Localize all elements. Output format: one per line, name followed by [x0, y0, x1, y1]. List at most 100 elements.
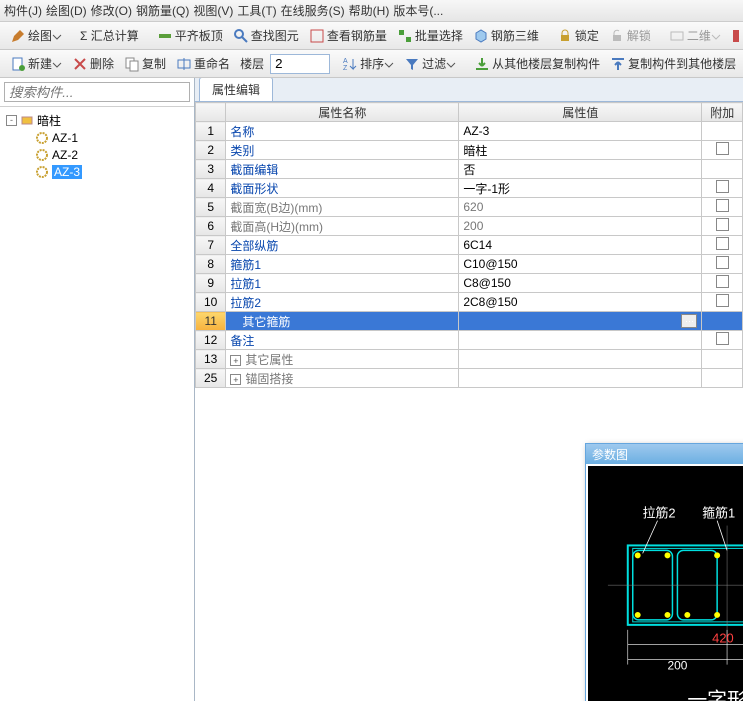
- search-input[interactable]: [4, 82, 190, 102]
- prop-value: 否: [463, 163, 475, 177]
- view-2d-button[interactable]: 二维: [665, 25, 725, 46]
- more-button[interactable]: ⋯: [681, 314, 697, 328]
- draw-button[interactable]: 绘图: [6, 25, 66, 46]
- copy-icon: [124, 56, 140, 72]
- sort-button[interactable]: AZ 排序: [338, 53, 398, 74]
- rename-button[interactable]: 重命名: [172, 53, 234, 74]
- table-row[interactable]: 10拉筋22C8@150: [196, 293, 743, 312]
- extra-cell[interactable]: [702, 217, 743, 236]
- extra-cell[interactable]: [702, 369, 743, 388]
- extra-cell[interactable]: [702, 312, 743, 331]
- checkbox[interactable]: [716, 294, 729, 307]
- extra-cell[interactable]: [702, 236, 743, 255]
- extra-cell[interactable]: [702, 122, 743, 141]
- chevron-down-icon: [446, 59, 456, 69]
- extra-cell[interactable]: [702, 160, 743, 179]
- extra-cell[interactable]: [702, 141, 743, 160]
- prop-value-cell[interactable]: 一字-1形: [459, 179, 702, 198]
- checkbox[interactable]: [716, 332, 729, 345]
- menu-item[interactable]: 工具(T): [237, 2, 276, 19]
- menu-item[interactable]: 版本号(...: [393, 2, 443, 19]
- menu-item[interactable]: 视图(V): [193, 2, 233, 19]
- table-row[interactable]: 7全部纵筋6C14: [196, 236, 743, 255]
- prop-value: 一字-1形: [463, 182, 510, 196]
- filter-button[interactable]: 过滤: [400, 53, 460, 74]
- checkbox[interactable]: [716, 142, 729, 155]
- flat-button[interactable]: 平齐板顶: [153, 25, 227, 46]
- table-row[interactable]: 12备注: [196, 331, 743, 350]
- prop-value: 2C8@150: [463, 295, 517, 309]
- menu-item[interactable]: 钢筋量(Q): [136, 2, 189, 19]
- tree-item-selected[interactable]: AZ-3: [6, 163, 188, 180]
- find-elem-button[interactable]: 查找图元: [229, 25, 303, 46]
- prop-value-cell[interactable]: AZ-3: [459, 122, 702, 141]
- checkbox[interactable]: [716, 256, 729, 269]
- prop-value-cell[interactable]: 2C8@150: [459, 293, 702, 312]
- table-row[interactable]: 11其它箍筋⋯: [196, 312, 743, 331]
- extra-cell[interactable]: [702, 274, 743, 293]
- diagram-window[interactable]: 参数图: [585, 443, 743, 701]
- diagram-title[interactable]: 参数图: [586, 444, 743, 464]
- prop-value-cell[interactable]: 否: [459, 160, 702, 179]
- collapse-icon[interactable]: -: [6, 115, 17, 126]
- table-row[interactable]: 1名称AZ-3: [196, 122, 743, 141]
- table-row[interactable]: 9拉筋1C8@150: [196, 274, 743, 293]
- component-icon: [36, 166, 48, 178]
- prop-value-cell[interactable]: 暗柱: [459, 141, 702, 160]
- side-view-button[interactable]: 侧视: [727, 25, 743, 46]
- checkbox[interactable]: [716, 199, 729, 212]
- expand-icon[interactable]: +: [230, 355, 241, 366]
- table-row[interactable]: 25+锚固搭接: [196, 369, 743, 388]
- batch-select-button[interactable]: 批量选择: [393, 25, 467, 46]
- checkbox[interactable]: [716, 237, 729, 250]
- prop-value-cell[interactable]: 6C14: [459, 236, 702, 255]
- table-row[interactable]: 2类别暗柱: [196, 141, 743, 160]
- prop-value-cell[interactable]: C8@150: [459, 274, 702, 293]
- unlock-button[interactable]: 解锁: [605, 25, 655, 46]
- new-button[interactable]: 新建: [6, 53, 66, 74]
- prop-value-cell[interactable]: [459, 369, 702, 388]
- tree-item[interactable]: AZ-1: [6, 129, 188, 146]
- checkbox[interactable]: [716, 275, 729, 288]
- table-row[interactable]: 5截面宽(B边)(mm)620: [196, 198, 743, 217]
- delete-button[interactable]: 删除: [68, 53, 118, 74]
- menu-item[interactable]: 帮助(H): [349, 2, 390, 19]
- extra-cell[interactable]: [702, 179, 743, 198]
- menu-item[interactable]: 绘图(D): [46, 2, 87, 19]
- view-rebar-button[interactable]: 查看钢筋量: [305, 25, 391, 46]
- copy-to-floor-button[interactable]: 复制构件到其他楼层: [606, 53, 740, 74]
- extra-cell[interactable]: [702, 255, 743, 274]
- prop-value-cell[interactable]: [459, 331, 702, 350]
- table-row[interactable]: 3截面编辑否: [196, 160, 743, 179]
- prop-value-cell[interactable]: [459, 350, 702, 369]
- tab-property-edit[interactable]: 属性编辑: [199, 78, 273, 101]
- table-row[interactable]: 13+其它属性: [196, 350, 743, 369]
- checkbox[interactable]: [716, 180, 729, 193]
- floor-input[interactable]: [270, 54, 330, 74]
- extra-cell[interactable]: [702, 331, 743, 350]
- table-row[interactable]: 6截面高(H边)(mm)200: [196, 217, 743, 236]
- prop-value: 620: [463, 200, 483, 214]
- extra-cell[interactable]: [702, 198, 743, 217]
- table-row[interactable]: 4截面形状一字-1形: [196, 179, 743, 198]
- copy-from-floor-button[interactable]: 从其他楼层复制构件: [470, 53, 604, 74]
- lock-button[interactable]: 锁定: [553, 25, 603, 46]
- tree-root[interactable]: - 暗柱: [6, 111, 188, 129]
- tree-item[interactable]: AZ-2: [6, 146, 188, 163]
- expand-icon[interactable]: +: [230, 374, 241, 385]
- menu-item[interactable]: 构件(J): [4, 2, 42, 19]
- rebar-3d-button[interactable]: 钢筋三维: [469, 25, 543, 46]
- prop-value-cell[interactable]: C10@150: [459, 255, 702, 274]
- checkbox[interactable]: [716, 218, 729, 231]
- prop-value-cell[interactable]: 200: [459, 217, 702, 236]
- sum-button[interactable]: Σ 汇总计算: [76, 25, 143, 46]
- menu-item[interactable]: 修改(O): [91, 2, 132, 19]
- toolbar-2: 新建 删除 复制 重命名 楼层 AZ 排序 过滤 从其他楼层复制构件 复制构件到…: [0, 50, 743, 78]
- extra-cell[interactable]: [702, 350, 743, 369]
- extra-cell[interactable]: [702, 293, 743, 312]
- copy-button[interactable]: 复制: [120, 53, 170, 74]
- menu-item[interactable]: 在线服务(S): [281, 2, 345, 19]
- prop-value-cell[interactable]: 620: [459, 198, 702, 217]
- prop-value-cell[interactable]: ⋯: [459, 312, 702, 331]
- table-row[interactable]: 8箍筋1C10@150: [196, 255, 743, 274]
